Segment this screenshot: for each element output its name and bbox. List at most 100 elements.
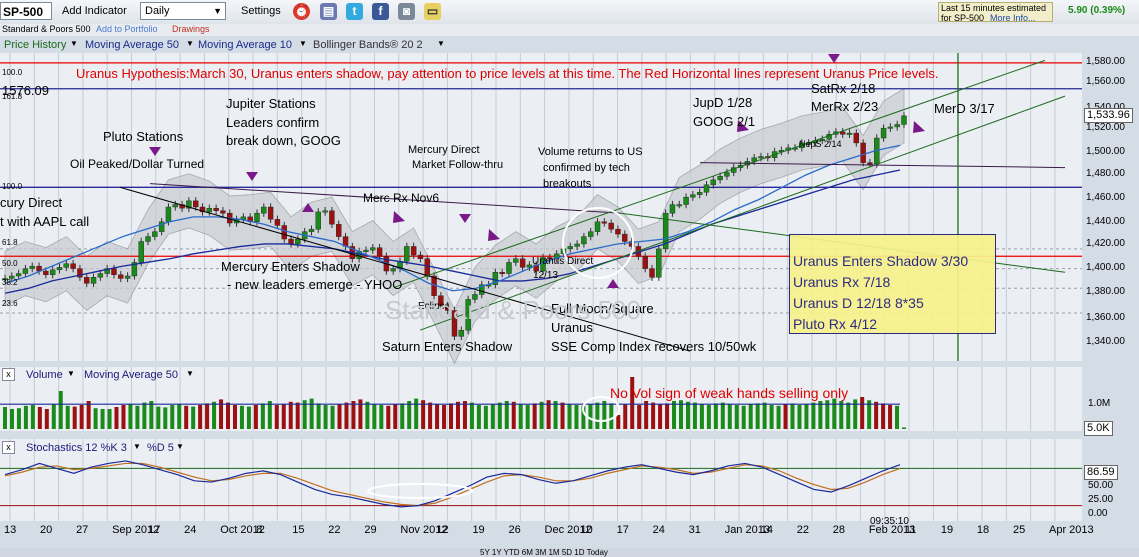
candle-body [901,115,907,125]
stoch-header: x Stochastics 12 %K 3 ▼ %D 5 ▼ [0,441,1139,455]
volume-bar [281,404,286,429]
x-tick-label: 11 [904,524,917,536]
candle-body [690,194,696,198]
close-icon[interactable]: x [2,368,15,381]
volume-bar [246,406,251,429]
volume-bar [804,404,809,429]
volume-bar [3,407,7,429]
mercury-direct-label: Mercury Direct [408,144,480,156]
volume-bar [309,398,314,429]
candle-body [410,246,417,256]
aapl-call-label: t with AAPL call [0,214,90,229]
confirmed-tech-label: confirmed by tech [543,162,630,174]
merrx-label: MerRx 2/23 [811,99,879,114]
volume-bar [832,398,837,429]
stoch-title[interactable]: Stochastics 12 %K 3 [26,442,127,454]
chevron-down-icon[interactable]: ▼ [133,442,141,451]
volume-bar [720,402,725,429]
volume-bar [860,397,865,429]
volume-bar [191,406,196,429]
candle-body [880,127,887,139]
volume-bar [532,403,537,429]
volume-bar [65,405,70,429]
candle-body [281,225,287,240]
stoch-current-badge: 86.59 [1084,465,1118,480]
candle-body [267,206,274,220]
volume-bar [511,401,516,429]
chevron-down-icon[interactable]: ▼ [176,442,184,451]
stoch-d-toggle[interactable]: %D 5 [147,442,174,454]
volume-bar [881,403,886,429]
volume-bar [713,403,718,429]
candle-body [724,172,730,177]
volume-bar [323,405,328,429]
candle-body [703,184,710,193]
x-tick-label: 15 [292,524,305,536]
volume-bar [260,403,265,429]
volume-bar [295,402,300,429]
candle-body [846,132,853,135]
x-tick-label: 26 [508,524,521,536]
volume-bar [184,405,189,429]
range-bar: 5Y 1Y YTD 6M 3M 1M 5D 1D Today [0,548,1139,557]
volume-bar [316,403,321,429]
volume-ma-toggle[interactable]: Moving Average 50 [84,369,178,381]
volume-bar [449,403,454,429]
price-tick: 1,440.00 [1086,216,1125,227]
candle-body [329,210,335,225]
candle-body [622,233,628,242]
satrx-label: SatRx 2/18 [811,81,876,96]
candle-body [894,124,900,128]
x-tick-label: 17 [616,524,629,536]
candle-body [758,156,764,159]
candle-body [656,248,662,278]
price-tick: 1,500.00 [1086,146,1125,157]
range-buttons[interactable]: 5Y 1Y YTD 6M 3M 1M 5D 1D Today [480,548,608,557]
x-tick-label: 12 [436,524,449,536]
volume-bar [177,404,182,429]
candle-body [63,263,69,268]
volume-bar [330,405,335,429]
volume-bar [372,404,377,429]
candle-body [717,175,723,181]
volume-bar [365,401,370,429]
volume-bar [623,404,628,429]
volume-bar [58,391,63,429]
volume-bar [386,405,391,429]
uranus-direct-label: Uranus Direct [532,256,594,267]
x-tick-label: 22 [796,524,809,536]
goog-label: GOOG 2/1 [693,114,756,129]
candle-body [49,269,56,275]
volume-bar [902,427,906,429]
volume-bar [839,401,844,429]
volume-bar [874,401,879,429]
volume-bar [469,402,474,429]
close-icon[interactable]: x [2,441,15,454]
candle-body [581,236,587,245]
candle-body [213,208,219,211]
candle-body [192,200,199,208]
price-tick: 1,480.00 [1086,168,1125,179]
candle-body [111,268,117,275]
candle-body [513,258,519,263]
candle-body [90,277,97,284]
volume-bar [156,406,161,429]
chevron-down-icon[interactable]: ▼ [186,369,194,378]
chevron-down-icon[interactable]: ▼ [67,369,75,378]
volume-bar [525,405,530,429]
candle-body [424,258,430,277]
candle-body [669,204,676,214]
volume-bar [588,404,593,429]
x-tick-label: 20 [40,524,53,536]
volume-bar [706,405,711,429]
volume-bar [135,405,140,429]
candle-body [29,265,35,269]
candle-body [145,236,151,242]
candle-body [499,272,505,274]
mercury-shadow-label: Mercury Enters Shadow [221,259,360,274]
volume-bar [274,405,279,429]
volume-title[interactable]: Volume [26,369,63,381]
volume-bar [567,404,572,429]
candle-body [118,274,124,279]
candle-body [138,241,144,263]
